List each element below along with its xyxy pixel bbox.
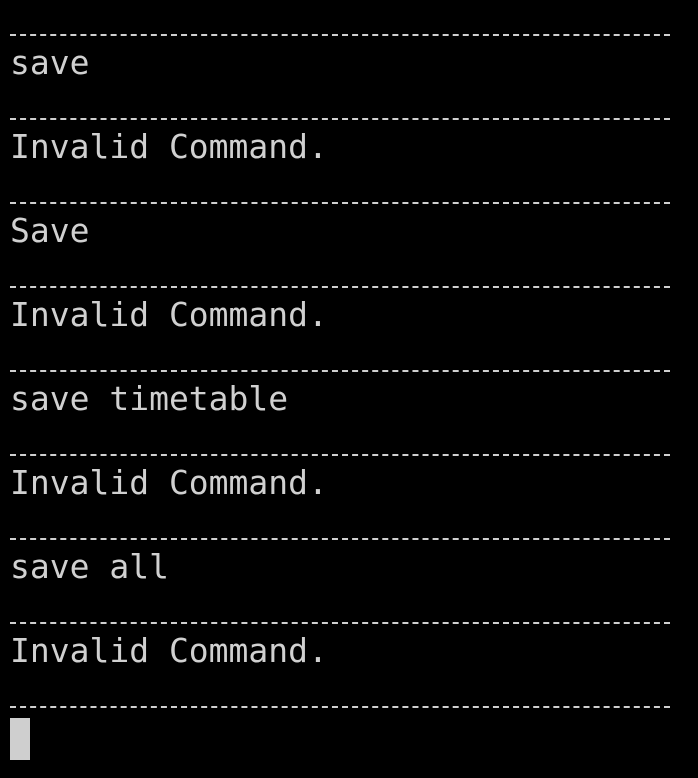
terminal-line: Invalid Command. (10, 127, 328, 166)
text-cursor (10, 718, 30, 760)
separator-line (10, 504, 670, 546)
separator-line (10, 84, 670, 126)
separator-line (10, 336, 670, 378)
separator-line (10, 0, 670, 42)
terminal-line: save timetable (10, 379, 289, 418)
terminal-line: save (10, 43, 90, 82)
separator-line (10, 672, 670, 714)
terminal-line: Invalid Command. (10, 631, 328, 670)
terminal-output[interactable]: save Invalid Command. Save Invalid Command.… (10, 0, 670, 778)
terminal-line: Invalid Command. (10, 463, 328, 502)
terminal-line: Save (10, 211, 90, 250)
separator-line (10, 168, 670, 210)
prompt-line[interactable] (10, 714, 670, 760)
separator-line (10, 252, 670, 294)
terminal-line: save all (10, 547, 169, 586)
separator-line (10, 588, 670, 630)
terminal-line: Invalid Command. (10, 295, 328, 334)
separator-line (10, 420, 670, 462)
